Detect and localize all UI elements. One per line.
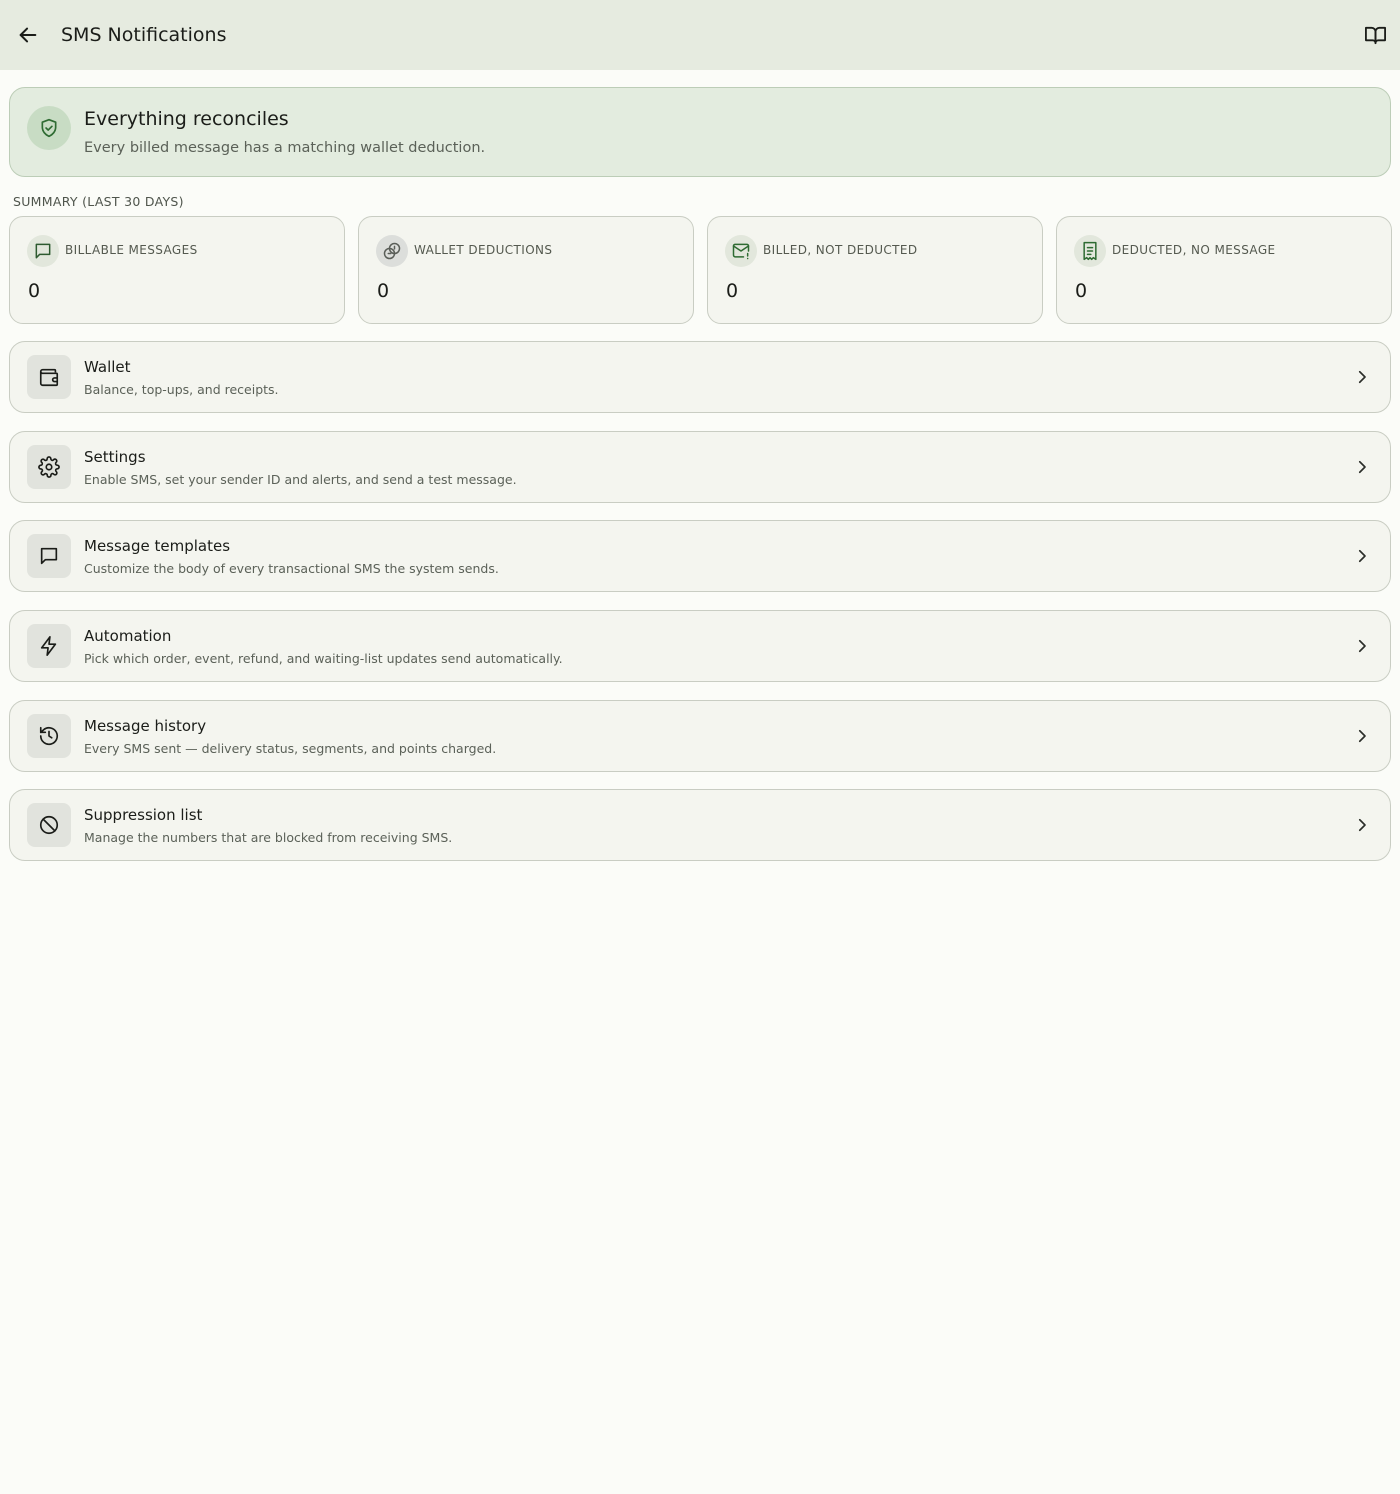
nav-card-title: Suppression list (84, 806, 203, 824)
nav-card-description: Every SMS sent — delivery status, segmen… (84, 741, 497, 756)
stat-card-billable-messages: BILLABLE MESSAGES 0 (9, 216, 345, 324)
summary-section-label: SUMMARY (LAST 30 DAYS) (13, 194, 184, 209)
stat-value: 0 (377, 280, 390, 302)
nav-card-wallet[interactable]: Wallet Balance, top-ups, and receipts. (9, 341, 1391, 413)
chevron-right-icon (1351, 814, 1373, 836)
message-square-icon (27, 235, 59, 267)
stat-label: BILLED, NOT DEDUCTED (763, 243, 918, 257)
chevron-right-icon (1351, 456, 1373, 478)
shield-check-icon (27, 106, 71, 150)
banner-heading: Everything reconciles (84, 108, 289, 130)
nav-card-settings[interactable]: Settings Enable SMS, set your sender ID … (9, 431, 1391, 503)
page-title: SMS Notifications (61, 24, 227, 46)
nav-card-description: Balance, top-ups, and receipts. (84, 382, 279, 397)
zap-icon (27, 624, 71, 668)
coins-icon (376, 235, 408, 267)
stat-value: 0 (28, 280, 41, 302)
gear-icon (27, 445, 71, 489)
mail-warning-icon (725, 235, 757, 267)
stat-value: 0 (1075, 280, 1088, 302)
nav-card-description: Pick which order, event, refund, and wai… (84, 651, 563, 666)
stat-card-wallet-deductions: WALLET DEDUCTIONS 0 (358, 216, 694, 324)
stat-label: WALLET DEDUCTIONS (414, 243, 553, 257)
nav-card-title: Wallet (84, 358, 131, 376)
ban-icon (27, 803, 71, 847)
nav-card-suppression-list[interactable]: Suppression list Manage the numbers that… (9, 789, 1391, 861)
receipt-icon (1074, 235, 1106, 267)
nav-card-description: Manage the numbers that are blocked from… (84, 830, 453, 845)
message-square-icon (27, 534, 71, 578)
chevron-right-icon (1351, 635, 1373, 657)
nav-card-automation[interactable]: Automation Pick which order, event, refu… (9, 610, 1391, 682)
history-icon (27, 714, 71, 758)
nav-card-title: Message history (84, 717, 207, 735)
stat-label: DEDUCTED, NO MESSAGE (1112, 243, 1276, 257)
docs-button[interactable] (1361, 21, 1389, 49)
nav-card-title: Settings (84, 448, 146, 466)
stat-value: 0 (726, 280, 739, 302)
nav-card-message-templates[interactable]: Message templates Customize the body of … (9, 520, 1391, 592)
stat-card-deducted-no-message: DEDUCTED, NO MESSAGE 0 (1056, 216, 1392, 324)
arrow-left-icon (17, 24, 39, 46)
banner-subtext: Every billed message has a matching wall… (84, 140, 486, 156)
book-open-icon (1364, 24, 1387, 47)
chevron-right-icon (1351, 366, 1373, 388)
nav-card-description: Enable SMS, set your sender ID and alert… (84, 472, 517, 487)
stat-label: BILLABLE MESSAGES (65, 243, 198, 257)
wallet-icon (27, 355, 71, 399)
nav-card-title: Message templates (84, 537, 231, 555)
nav-card-description: Customize the body of every transactiona… (84, 561, 499, 576)
app-bar: SMS Notifications (0, 0, 1400, 70)
chevron-right-icon (1351, 545, 1373, 567)
nav-card-message-history[interactable]: Message history Every SMS sent — deliver… (9, 700, 1391, 772)
nav-card-title: Automation (84, 627, 172, 645)
stat-card-billed-not-deducted: BILLED, NOT DEDUCTED 0 (707, 216, 1043, 324)
chevron-right-icon (1351, 725, 1373, 747)
reconcile-status-banner: Everything reconciles Every billed messa… (9, 87, 1391, 177)
back-button[interactable] (14, 21, 42, 49)
